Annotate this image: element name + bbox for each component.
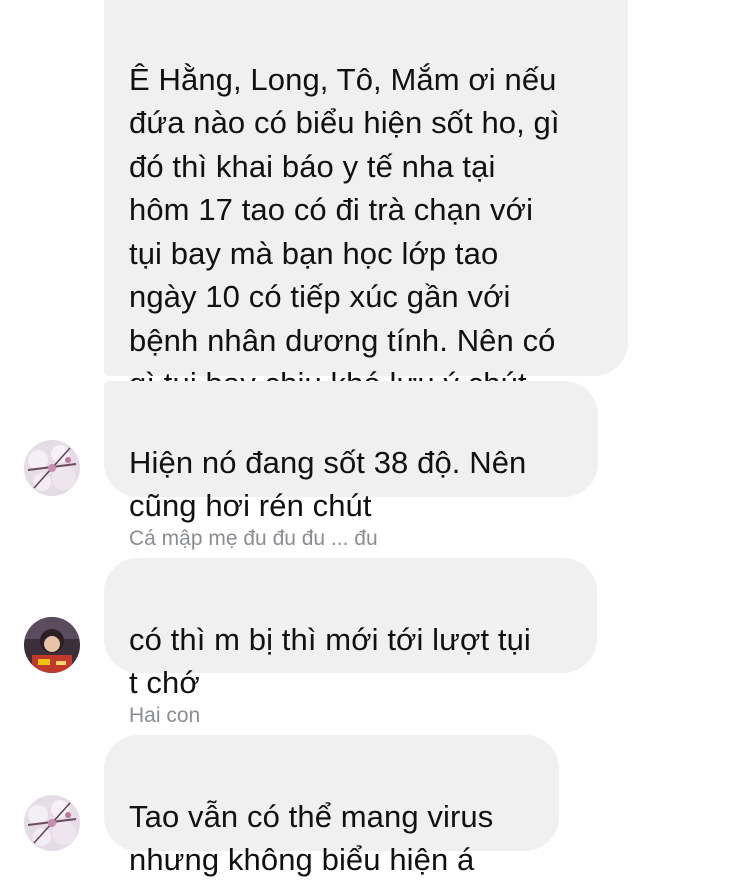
message-text-1: Ê Hằng, Long, Tô, Mắm ơi nếu đứa nào có … (129, 61, 560, 402)
message-bubble-3[interactable]: có thì m bị thì mới tới lượt tụi t chớ (104, 558, 597, 700)
message-text-4: Tao vẫn có thể mang virus nhưng không bi… (129, 798, 494, 878)
sender-name-3: Cá mập mẹ đu đu đu ... đu (129, 527, 378, 550)
message-text-2: Hiện nó đang sốt 38 độ. Nên cũng hơi rén… (129, 444, 527, 524)
message-text-3: có thì m bị thì mới tới lượt tụi t chớ (129, 621, 531, 701)
flower-avatar-icon-2 (24, 795, 80, 851)
avatar-person[interactable] (24, 617, 80, 673)
flower-avatar-icon (24, 440, 80, 496)
person-avatar-icon (24, 617, 80, 673)
sender-name-4: Hai con (129, 704, 201, 727)
avatar-flower[interactable] (24, 440, 80, 496)
message-bubble-1[interactable]: Ê Hằng, Long, Tô, Mắm ơi nếu đứa nào có … (104, 0, 628, 401)
message-bubble-4[interactable]: Tao vẫn có thể mang virus nhưng không bi… (104, 735, 559, 877)
message-bubble-2[interactable]: Hiện nó đang sốt 38 độ. Nên cũng hơi rén… (104, 381, 598, 523)
avatar-flower-2[interactable] (24, 795, 80, 851)
